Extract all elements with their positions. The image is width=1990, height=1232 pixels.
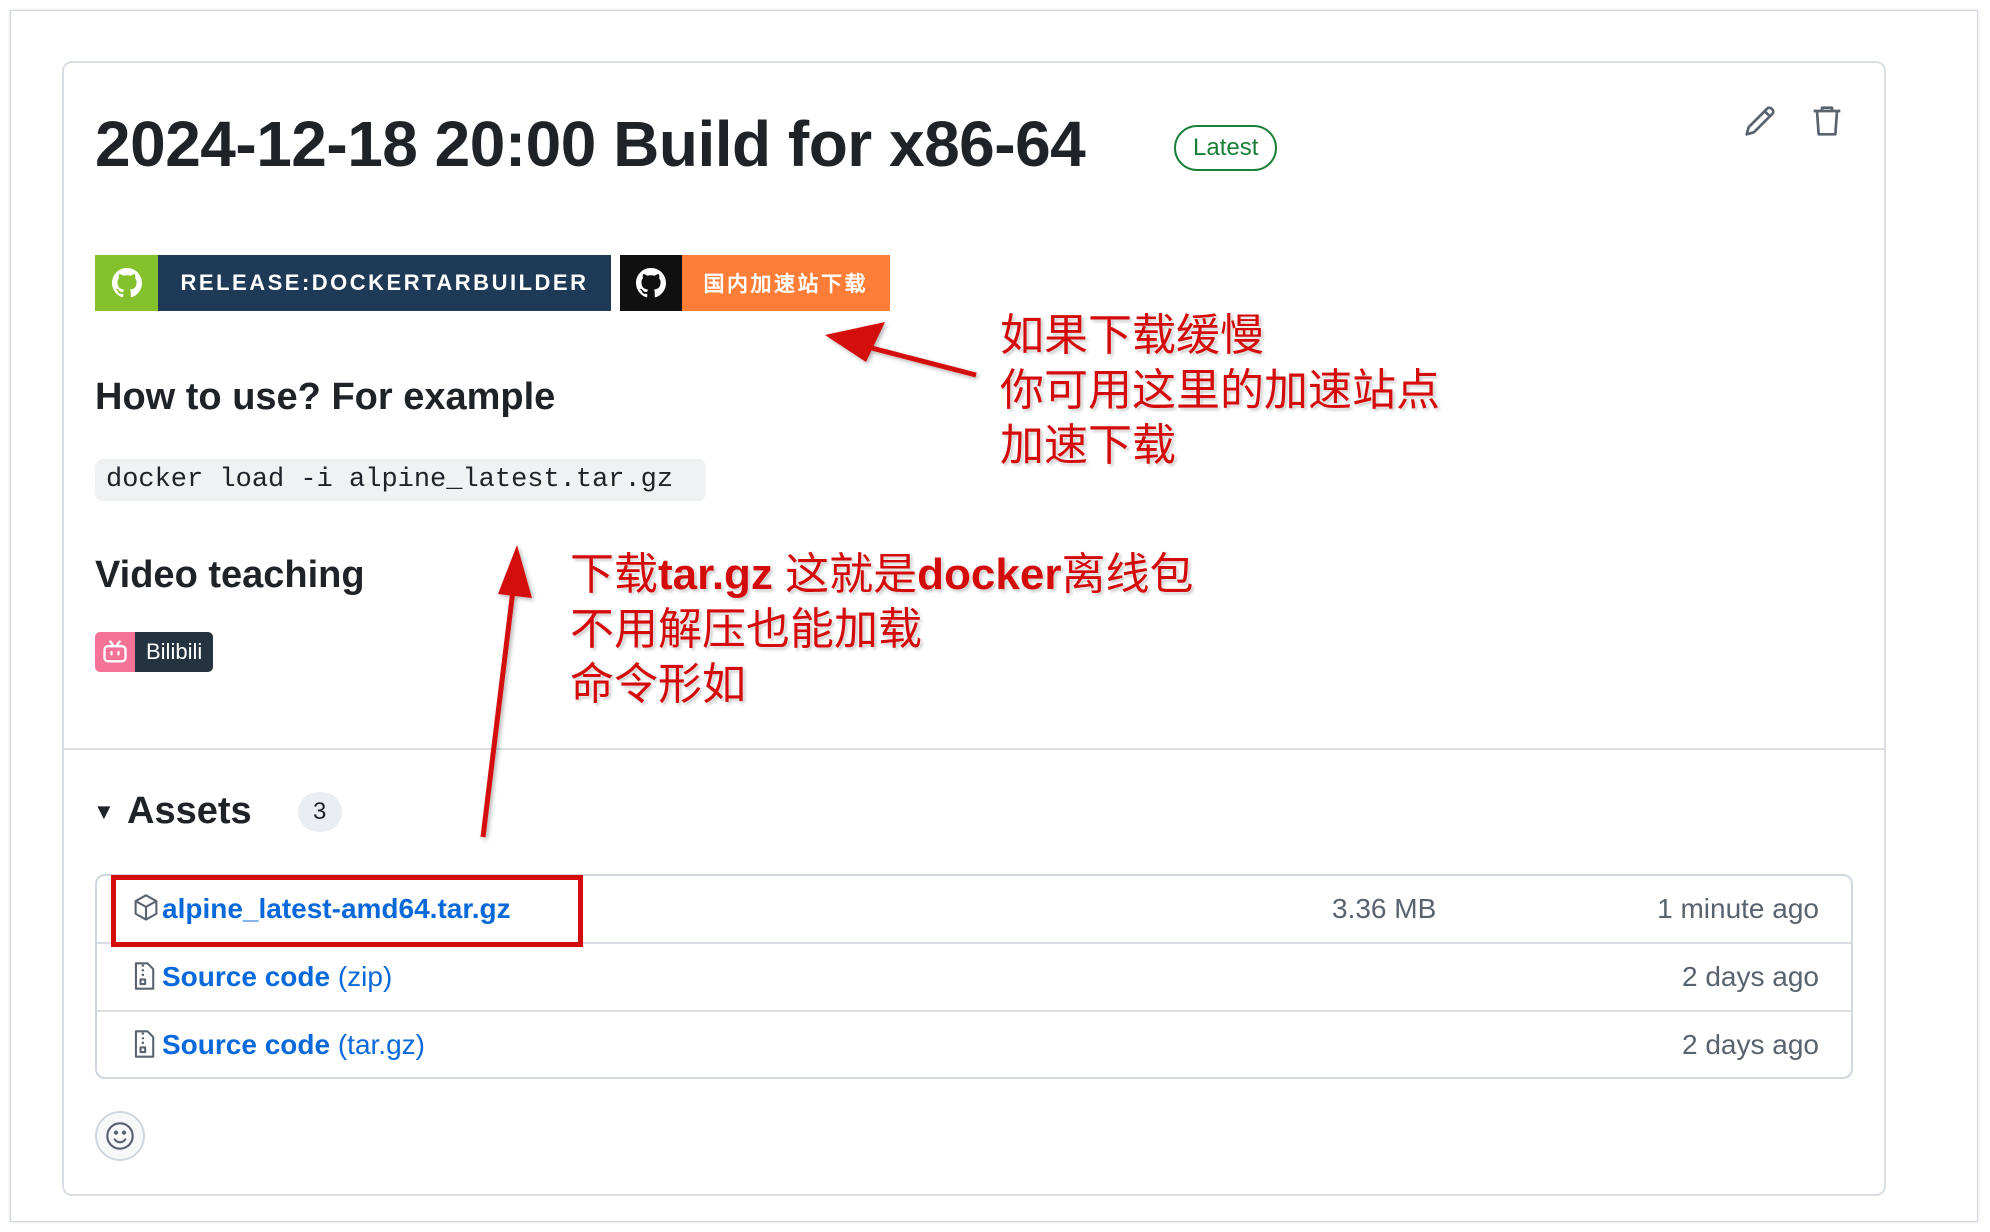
file-zip-icon xyxy=(132,961,156,996)
note-part: docker xyxy=(917,550,1062,599)
mirror-download-badge[interactable]: 国内加速站下载 xyxy=(620,255,890,311)
delete-button[interactable] xyxy=(1807,101,1847,141)
asset-suffix: (zip) xyxy=(330,961,393,992)
asset-time: 2 days ago xyxy=(1682,1029,1819,1060)
trash-icon xyxy=(1813,106,1841,136)
github-icon xyxy=(635,268,666,298)
badge-right: 国内加速站下载 xyxy=(681,255,890,311)
video-heading: Video teaching xyxy=(95,554,365,596)
divider xyxy=(63,748,1885,750)
note-line: 命令形如 xyxy=(570,660,746,709)
caret-down-icon: ▼ xyxy=(93,798,115,824)
assets-count: 3 xyxy=(297,791,342,832)
pencil-icon xyxy=(1745,106,1775,136)
asset-row: Source code (tar.gz) 2 days ago xyxy=(97,1010,1851,1076)
note-part: 下载 xyxy=(570,550,658,599)
assets-toggle[interactable]: ▼ Assets 3 xyxy=(93,790,342,833)
annotation-note-offline: 下载tar.gz 这就是docker离线包 不用解压也能加载 命令形如 xyxy=(570,547,1193,712)
edit-button[interactable] xyxy=(1740,101,1780,141)
how-to-heading: How to use? For example xyxy=(95,376,556,418)
release-title: 2024-12-18 20:00 Build for x86-64 xyxy=(95,108,1086,180)
asset-size: 3.36 MB xyxy=(1332,893,1437,924)
asset-time: 1 minute ago xyxy=(1657,893,1819,924)
badge-left xyxy=(95,255,158,311)
file-zip-icon xyxy=(132,1029,156,1064)
asset-suffix: (tar.gz) xyxy=(330,1029,425,1060)
assets-heading: Assets xyxy=(127,790,252,832)
asset-link[interactable]: Source code (tar.gz) xyxy=(162,1012,425,1078)
note-line: 你可用这里的加速站点 xyxy=(1000,366,1440,415)
bilibili-icon xyxy=(103,640,127,663)
asset-link[interactable]: Source code (zip) xyxy=(162,944,392,1010)
highlight-box xyxy=(111,875,583,947)
note-line: 不用解压也能加载 xyxy=(570,605,922,654)
add-reaction-button[interactable] xyxy=(95,1111,145,1161)
note-part: 离线包 xyxy=(1061,550,1194,599)
annotation-note-mirror: 如果下载缓慢 你可用这里的加速站点 加速下载 xyxy=(1000,308,1440,473)
note-line: 下载tar.gz 这就是docker离线包 xyxy=(570,547,1193,602)
smiley-icon xyxy=(106,1122,134,1150)
asset-name: Source code xyxy=(162,961,331,992)
command-code: docker load -i alpine_latest.tar.gz xyxy=(95,459,706,501)
asset-name: Source code xyxy=(162,1029,331,1060)
github-icon xyxy=(111,268,142,298)
note-part: tar.gz xyxy=(658,550,773,599)
note-line: 加速下载 xyxy=(1000,421,1176,470)
badge-left xyxy=(95,632,135,672)
note-line: 如果下载缓慢 xyxy=(1000,311,1264,360)
release-badge[interactable]: RELEASE:DOCKERTARBUILDER xyxy=(95,255,611,311)
latest-badge: Latest xyxy=(1174,125,1278,171)
badge-right: RELEASE:DOCKERTARBUILDER xyxy=(158,255,611,311)
note-part: 这就是 xyxy=(772,550,918,599)
badge-left xyxy=(620,255,682,311)
bilibili-label: Bilibili xyxy=(135,632,214,672)
bilibili-badge[interactable]: Bilibili xyxy=(95,632,214,672)
asset-time: 2 days ago xyxy=(1682,961,1819,992)
asset-row: Source code (zip) 2 days ago xyxy=(97,942,1851,1010)
